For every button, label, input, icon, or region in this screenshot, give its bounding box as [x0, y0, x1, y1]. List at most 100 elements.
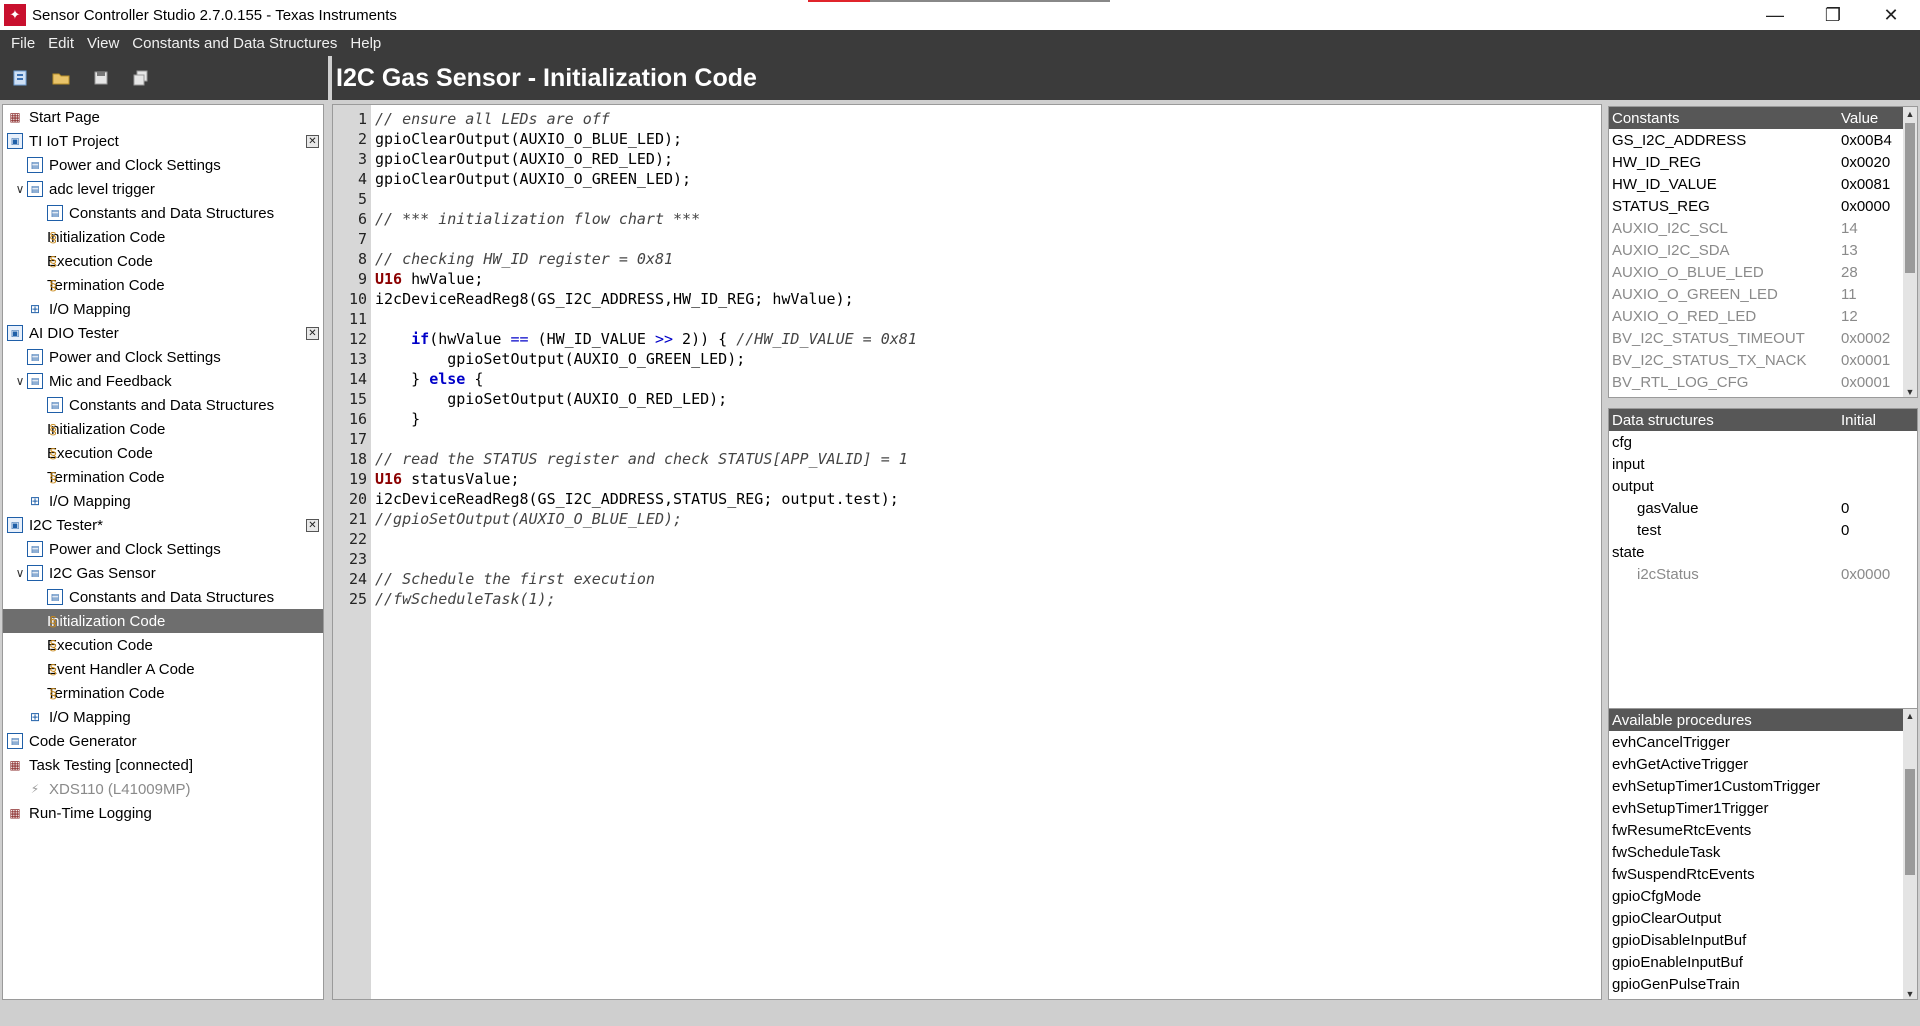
constant-row[interactable]: HW_ID_VALUE 0x0081 [1609, 173, 1917, 195]
code-text[interactable]: gpioClearOutput(AUXIO_O_GREEN_LED); [375, 169, 691, 189]
tree-item[interactable]: ∨ ▤ adc level trigger [3, 177, 323, 201]
code-line[interactable]: 21 //gpioSetOutput(AUXIO_O_BLUE_LED); [333, 509, 1601, 529]
code-line[interactable]: 3 gpioClearOutput(AUXIO_O_RED_LED); [333, 149, 1601, 169]
code-line[interactable]: 20 i2cDeviceReadReg8(GS_I2C_ADDRESS,STATU… [333, 489, 1601, 509]
procedure-item[interactable]: fwSuspendRtcEvents [1609, 863, 1917, 885]
menu-view[interactable]: View [82, 35, 127, 52]
tree-item[interactable]: ▣ AI DIO Tester ✕ [3, 321, 323, 345]
tree-item[interactable]: § Event Handler A Code [3, 657, 323, 681]
code-text[interactable]: // ensure all LEDs are off [375, 109, 610, 129]
close-project-icon[interactable]: ✕ [306, 518, 319, 532]
tree-item[interactable]: § Initialization Code [3, 225, 323, 249]
chevron-down-icon[interactable]: ∨ [13, 182, 27, 196]
new-project-icon[interactable] [10, 67, 32, 89]
code-text[interactable]: } else { [375, 369, 483, 389]
tree-item[interactable]: § Execution Code [3, 633, 323, 657]
tree-item[interactable]: ▤ Code Generator [3, 729, 323, 753]
code-line[interactable]: 22 [333, 529, 1601, 549]
code-text[interactable]: //fwScheduleTask(1); [375, 589, 556, 609]
procedure-item[interactable]: fwScheduleTask [1609, 841, 1917, 863]
procedure-item[interactable]: fwResumeRtcEvents [1609, 819, 1917, 841]
close-project-icon[interactable]: ✕ [306, 134, 319, 148]
code-line[interactable]: 24 // Schedule the first execution [333, 569, 1601, 589]
tree-item[interactable]: ▤ Constants and Data Structures [3, 585, 323, 609]
code-text[interactable]: } [375, 409, 420, 429]
procedure-item[interactable]: gpioGenPulseTrain [1609, 973, 1917, 995]
code-text[interactable]: gpioClearOutput(AUXIO_O_BLUE_LED); [375, 129, 682, 149]
procedures-scroll-thumb[interactable] [1905, 769, 1915, 875]
tree-item[interactable]: ⊞ I/O Mapping [3, 705, 323, 729]
tree-item[interactable]: § Execution Code [3, 441, 323, 465]
scroll-down-icon[interactable]: ▼ [1903, 987, 1917, 999]
tree-item[interactable]: § Initialization Code [3, 609, 323, 633]
code-text[interactable]: // *** initialization flow chart *** [375, 209, 700, 229]
procedure-item[interactable]: gpioEnableInputBuf [1609, 951, 1917, 973]
tree-item[interactable]: ▦ Task Testing [connected] [3, 753, 323, 777]
code-text[interactable]: // Schedule the first execution [375, 569, 655, 589]
data-structure-row[interactable]: test 0 [1609, 519, 1917, 541]
tree-item[interactable]: ▤ Power and Clock Settings [3, 537, 323, 561]
scroll-down-icon[interactable]: ▼ [1903, 385, 1917, 397]
code-text[interactable]: //gpioSetOutput(AUXIO_O_BLUE_LED); [375, 509, 682, 529]
code-text[interactable]: gpioClearOutput(AUXIO_O_RED_LED); [375, 149, 673, 169]
data-structure-row[interactable]: cfg [1609, 431, 1917, 453]
scroll-up-icon[interactable]: ▲ [1903, 107, 1917, 121]
scroll-up-icon[interactable]: ▲ [1903, 709, 1917, 723]
constants-scrollbar[interactable]: ▲ ▼ [1903, 107, 1917, 397]
tree-item[interactable]: ▤ Power and Clock Settings [3, 345, 323, 369]
tree-item[interactable]: ▦ Start Page [3, 105, 323, 129]
code-line[interactable]: 2 gpioClearOutput(AUXIO_O_BLUE_LED); [333, 129, 1601, 149]
constant-row[interactable]: AUXIO_I2C_SDA 13 [1609, 239, 1917, 261]
data-structure-row[interactable]: state [1609, 541, 1917, 563]
code-line[interactable]: 18 // read the STATUS register and check … [333, 449, 1601, 469]
open-folder-icon[interactable] [50, 67, 72, 89]
procedure-item[interactable]: evhSetupTimer1CustomTrigger [1609, 775, 1917, 797]
code-line[interactable]: 11 [333, 309, 1601, 329]
tree-item[interactable]: ▦ Run-Time Logging [3, 801, 323, 825]
procedure-item[interactable]: evhGetActiveTrigger [1609, 753, 1917, 775]
code-line[interactable]: 14 } else { [333, 369, 1601, 389]
procedure-item[interactable]: gpioCfgMode [1609, 885, 1917, 907]
procedure-item[interactable]: gpioClearOutput [1609, 907, 1917, 929]
tree-item[interactable]: ∨ ▤ I2C Gas Sensor [3, 561, 323, 585]
tree-item[interactable]: ∨ ▤ Mic and Feedback [3, 369, 323, 393]
data-structure-row[interactable]: input [1609, 453, 1917, 475]
data-structure-row[interactable]: i2cStatus 0x0000 [1609, 563, 1917, 585]
code-line[interactable]: 6 // *** initialization flow chart *** [333, 209, 1601, 229]
tree-item[interactable]: ▤ Constants and Data Structures [3, 393, 323, 417]
code-line[interactable]: 8 // checking HW_ID register = 0x81 [333, 249, 1601, 269]
tree-item[interactable]: ⊞ I/O Mapping [3, 297, 323, 321]
tree-item[interactable]: ▤ Constants and Data Structures [3, 201, 323, 225]
code-line[interactable]: 25 //fwScheduleTask(1); [333, 589, 1601, 609]
code-line[interactable]: 12 if(hwValue == (HW_ID_VALUE >> 2)) { /… [333, 329, 1601, 349]
code-text[interactable]: U16 hwValue; [375, 269, 483, 289]
code-line[interactable]: 19 U16 statusValue; [333, 469, 1601, 489]
tree-item[interactable]: § Termination Code [3, 465, 323, 489]
tree-item[interactable]: § Termination Code [3, 273, 323, 297]
chevron-down-icon[interactable]: ∨ [13, 374, 27, 388]
code-line[interactable]: 1 // ensure all LEDs are off [333, 109, 1601, 129]
constant-row[interactable]: AUXIO_O_GREEN_LED 11 [1609, 283, 1917, 305]
code-text[interactable]: if(hwValue == (HW_ID_VALUE >> 2)) { //HW… [375, 329, 917, 349]
menu-constants-and-data-structures[interactable]: Constants and Data Structures [127, 35, 345, 52]
code-line[interactable]: 17 [333, 429, 1601, 449]
procedure-item[interactable]: evhSetupTimer1Trigger [1609, 797, 1917, 819]
code-text[interactable]: i2cDeviceReadReg8(GS_I2C_ADDRESS,STATUS_… [375, 489, 899, 509]
constant-row[interactable]: BV_RTL_LOG_CFG 0x0001 [1609, 371, 1917, 393]
procedures-scrollbar[interactable]: ▲ ▼ [1903, 709, 1917, 999]
code-line[interactable]: 7 [333, 229, 1601, 249]
save-all-icon[interactable] [130, 67, 152, 89]
menu-file[interactable]: File [6, 35, 43, 52]
close-project-icon[interactable]: ✕ [306, 326, 319, 340]
code-line[interactable]: 16 } [333, 409, 1601, 429]
save-icon[interactable] [90, 67, 112, 89]
code-text[interactable]: // checking HW_ID register = 0x81 [375, 249, 673, 269]
code-text[interactable]: U16 statusValue; [375, 469, 520, 489]
code-line[interactable]: 5 [333, 189, 1601, 209]
data-structure-row[interactable]: gasValue 0 [1609, 497, 1917, 519]
constants-scroll-thumb[interactable] [1905, 123, 1915, 273]
constant-row[interactable]: HW_ID_REG 0x0020 [1609, 151, 1917, 173]
constant-row[interactable]: AUXIO_O_RED_LED 12 [1609, 305, 1917, 327]
constant-row[interactable]: STATUS_REG 0x0000 [1609, 195, 1917, 217]
close-button[interactable]: ✕ [1862, 0, 1920, 30]
